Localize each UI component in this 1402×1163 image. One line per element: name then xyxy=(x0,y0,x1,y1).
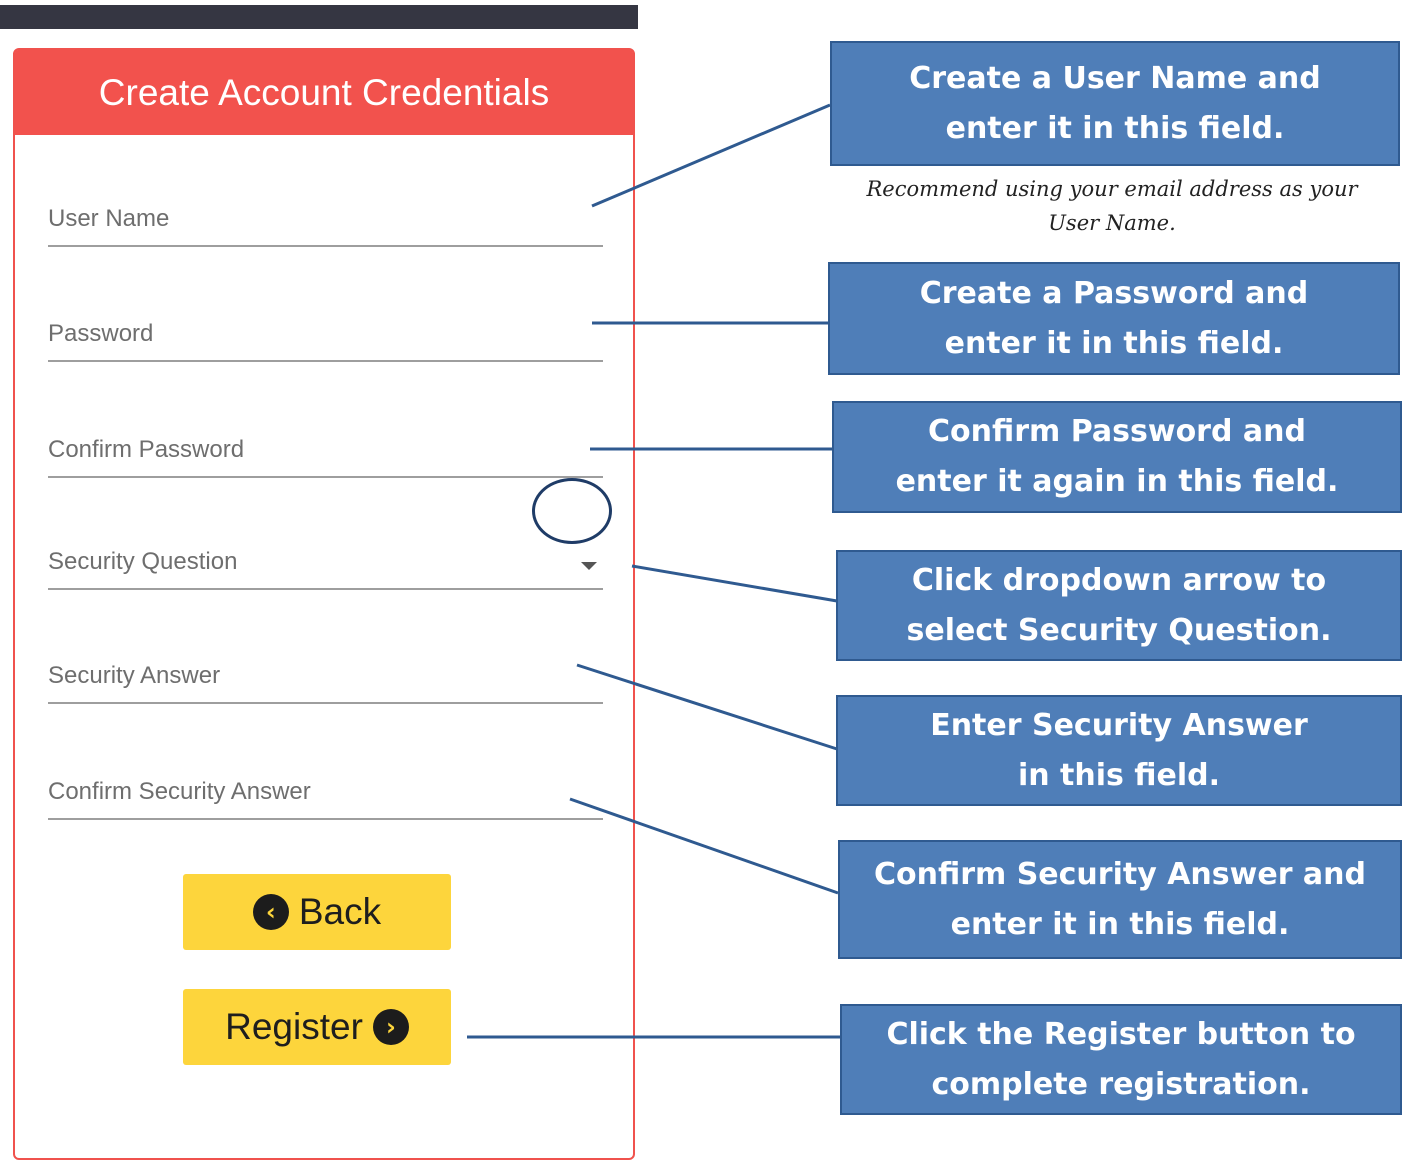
callout-confirm-security-answer-line1: Confirm Security Answer and xyxy=(873,856,1367,892)
callout-user-name: Create a User Name and enter it in this … xyxy=(830,41,1400,166)
callout-user-name-line1: Create a User Name and xyxy=(909,60,1321,96)
callout-password-line2: enter it in this field. xyxy=(944,325,1284,361)
connector-line-confirm-security-answer xyxy=(569,797,839,895)
callout-security-answer: Enter Security Answer in this field. xyxy=(836,695,1402,806)
callout-security-question: Click dropdown arrow to select Security … xyxy=(836,550,1402,661)
callout-security-answer-line1: Enter Security Answer xyxy=(930,707,1308,743)
callout-security-question-line2: select Security Question. xyxy=(906,612,1332,648)
callout-confirm-password: Confirm Password and enter it again in t… xyxy=(832,401,1402,513)
callout-confirm-password-line1: Confirm Password and xyxy=(928,414,1306,449)
callout-confirm-password-line2: enter it again in this field. xyxy=(895,464,1339,499)
connector-line-user-name xyxy=(591,103,831,208)
callout-register-line2: complete registration. xyxy=(931,1066,1311,1102)
connector-line-security-question xyxy=(631,564,838,603)
callout-register: Click the Register button to complete re… xyxy=(840,1004,1402,1115)
callout-register-line1: Click the Register button to xyxy=(886,1016,1356,1052)
callout-password: Create a Password and enter it in this f… xyxy=(828,262,1400,375)
note-line2: User Name. xyxy=(1048,211,1176,235)
callout-password-line1: Create a Password and xyxy=(919,275,1309,311)
user-name-recommendation-note: Recommend using your email address as yo… xyxy=(832,172,1392,240)
callout-confirm-security-answer-line2: enter it in this field. xyxy=(950,906,1290,942)
callout-confirm-security-answer: Confirm Security Answer and enter it in … xyxy=(838,840,1402,959)
callout-user-name-line2: enter it in this field. xyxy=(945,110,1285,146)
connector-line-security-answer xyxy=(576,663,838,751)
note-line1: Recommend using your email address as yo… xyxy=(866,177,1358,201)
callout-security-answer-line2: in this field. xyxy=(1017,757,1221,793)
callout-security-question-line1: Click dropdown arrow to xyxy=(911,562,1327,598)
